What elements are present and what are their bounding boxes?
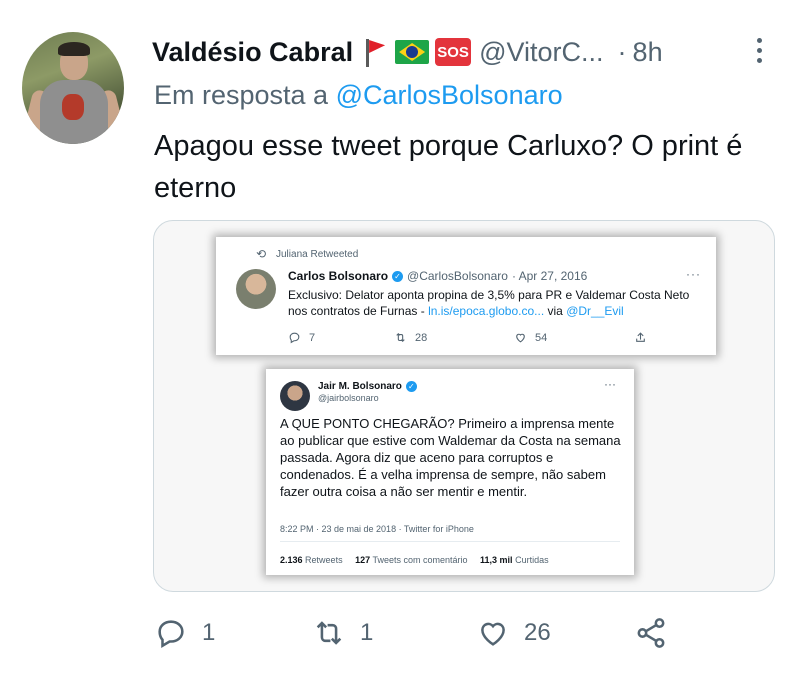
more-icon: ···	[686, 267, 701, 281]
verified-icon: ✓	[392, 270, 404, 282]
reply-count: 1	[202, 619, 216, 646]
embedded-via: via	[547, 304, 563, 318]
like-button[interactable]: 26	[476, 616, 551, 650]
reply-icon	[158, 620, 184, 649]
retweet-icon: ⟲	[256, 247, 267, 261]
reply-button[interactable]: 1	[154, 616, 215, 650]
embedded-tweet-carlos: ⟲ Juliana Retweeted Carlos Bolsonaro ✓ @…	[216, 237, 716, 355]
reply-icon	[289, 332, 300, 344]
author-avatar[interactable]	[22, 32, 124, 144]
avatar-shirt-print	[62, 94, 84, 120]
embedded-reply: 7	[288, 331, 315, 344]
embedded-retweet: 28	[394, 331, 427, 344]
embedded-share	[634, 331, 655, 344]
brazil-flag-icon	[395, 40, 430, 64]
share-button[interactable]	[634, 616, 668, 650]
embedded-header: Carlos Bolsonaro ✓ @CarlosBolsonaro · Ap…	[288, 269, 587, 283]
embedded-meta: 8:22 PM · 23 de mai de 2018 · Twitter fo…	[280, 524, 474, 534]
reply-prefix: Em resposta a	[154, 80, 329, 110]
like-icon	[516, 333, 525, 343]
embedded-retweet-count: 28	[415, 331, 428, 344]
retweeted-by: Juliana Retweeted	[276, 249, 359, 260]
stat-likes-label: Curtidas	[515, 555, 549, 565]
red-flag-icon	[363, 37, 387, 67]
embedded-tweet-jair: Jair M. Bolsonaro ✓ @jairbolsonaro ··· A…	[266, 369, 634, 575]
tweet-header: Valdésio Cabral SOS @VitorC... · 8h	[152, 34, 663, 70]
share-icon	[637, 618, 665, 648]
retweet-icon	[396, 332, 405, 343]
retweet-count: 1	[360, 619, 374, 646]
like-count: 26	[524, 619, 551, 646]
embedded-text: Exclusivo: Delator aponta propina de 3,5…	[288, 287, 708, 319]
embedded-via-user: @Dr__Evil	[566, 304, 624, 318]
embedded-avatar	[280, 381, 310, 411]
author-handle[interactable]: @VitorC...	[479, 37, 603, 68]
reply-mention-link[interactable]: @CarlosBolsonaro	[336, 80, 563, 110]
tweet-text: Apagou esse tweet porque Carluxo? O prin…	[154, 130, 743, 204]
embedded-link: ln.is/epoca.globo.co...	[428, 304, 545, 318]
embedded-reply-count: 7	[309, 331, 316, 344]
avatar-hair	[58, 42, 90, 56]
verified-icon: ✓	[405, 381, 417, 392]
author-name[interactable]: Valdésio Cabral	[152, 37, 353, 68]
embedded-like: 54	[514, 331, 547, 344]
retweet-button[interactable]: 1	[312, 616, 373, 650]
stat-comments-label: Tweets com comentário	[372, 555, 468, 565]
tweet-media[interactable]: ⟲ Juliana Retweeted Carlos Bolsonaro ✓ @…	[153, 220, 775, 592]
embedded-avatar	[236, 269, 276, 309]
separator-dot: ·	[617, 36, 627, 67]
embedded-handle: @CarlosBolsonaro	[407, 269, 508, 283]
like-icon	[481, 622, 505, 646]
embedded-stats: 2.136 Retweets 127 Tweets com comentário…	[280, 555, 549, 565]
embedded-name: Jair M. Bolsonaro	[318, 381, 402, 392]
stat-comments-count: 127	[355, 555, 371, 565]
reply-context: Em resposta a @CarlosBolsonaro	[154, 80, 563, 111]
divider	[280, 541, 620, 542]
embedded-date: · Apr 27, 2016	[511, 269, 588, 283]
tweet-actions: 1 1 26	[154, 616, 674, 656]
more-icon: ···	[604, 377, 616, 391]
embedded-text: A QUE PONTO CHEGARÃO? Primeiro a imprens…	[280, 416, 621, 499]
share-icon	[636, 332, 645, 342]
tweet-time[interactable]: 8h	[633, 37, 663, 68]
embedded-name-row: Jair M. Bolsonaro ✓	[318, 381, 421, 392]
retweet-icon	[316, 621, 342, 645]
embedded-like-count: 54	[535, 331, 548, 344]
stat-likes-count: 11,3 mil	[480, 555, 513, 565]
stat-retweets-label: Retweets	[305, 555, 343, 565]
sos-icon: SOS	[435, 38, 472, 66]
stat-retweets-count: 2.136	[280, 555, 303, 565]
embedded-actions: 7 28 54	[288, 331, 688, 347]
more-icon[interactable]	[754, 38, 764, 68]
embedded-handle: @jairbolsonaro	[318, 393, 379, 403]
embedded-name: Carlos Bolsonaro	[288, 269, 389, 283]
